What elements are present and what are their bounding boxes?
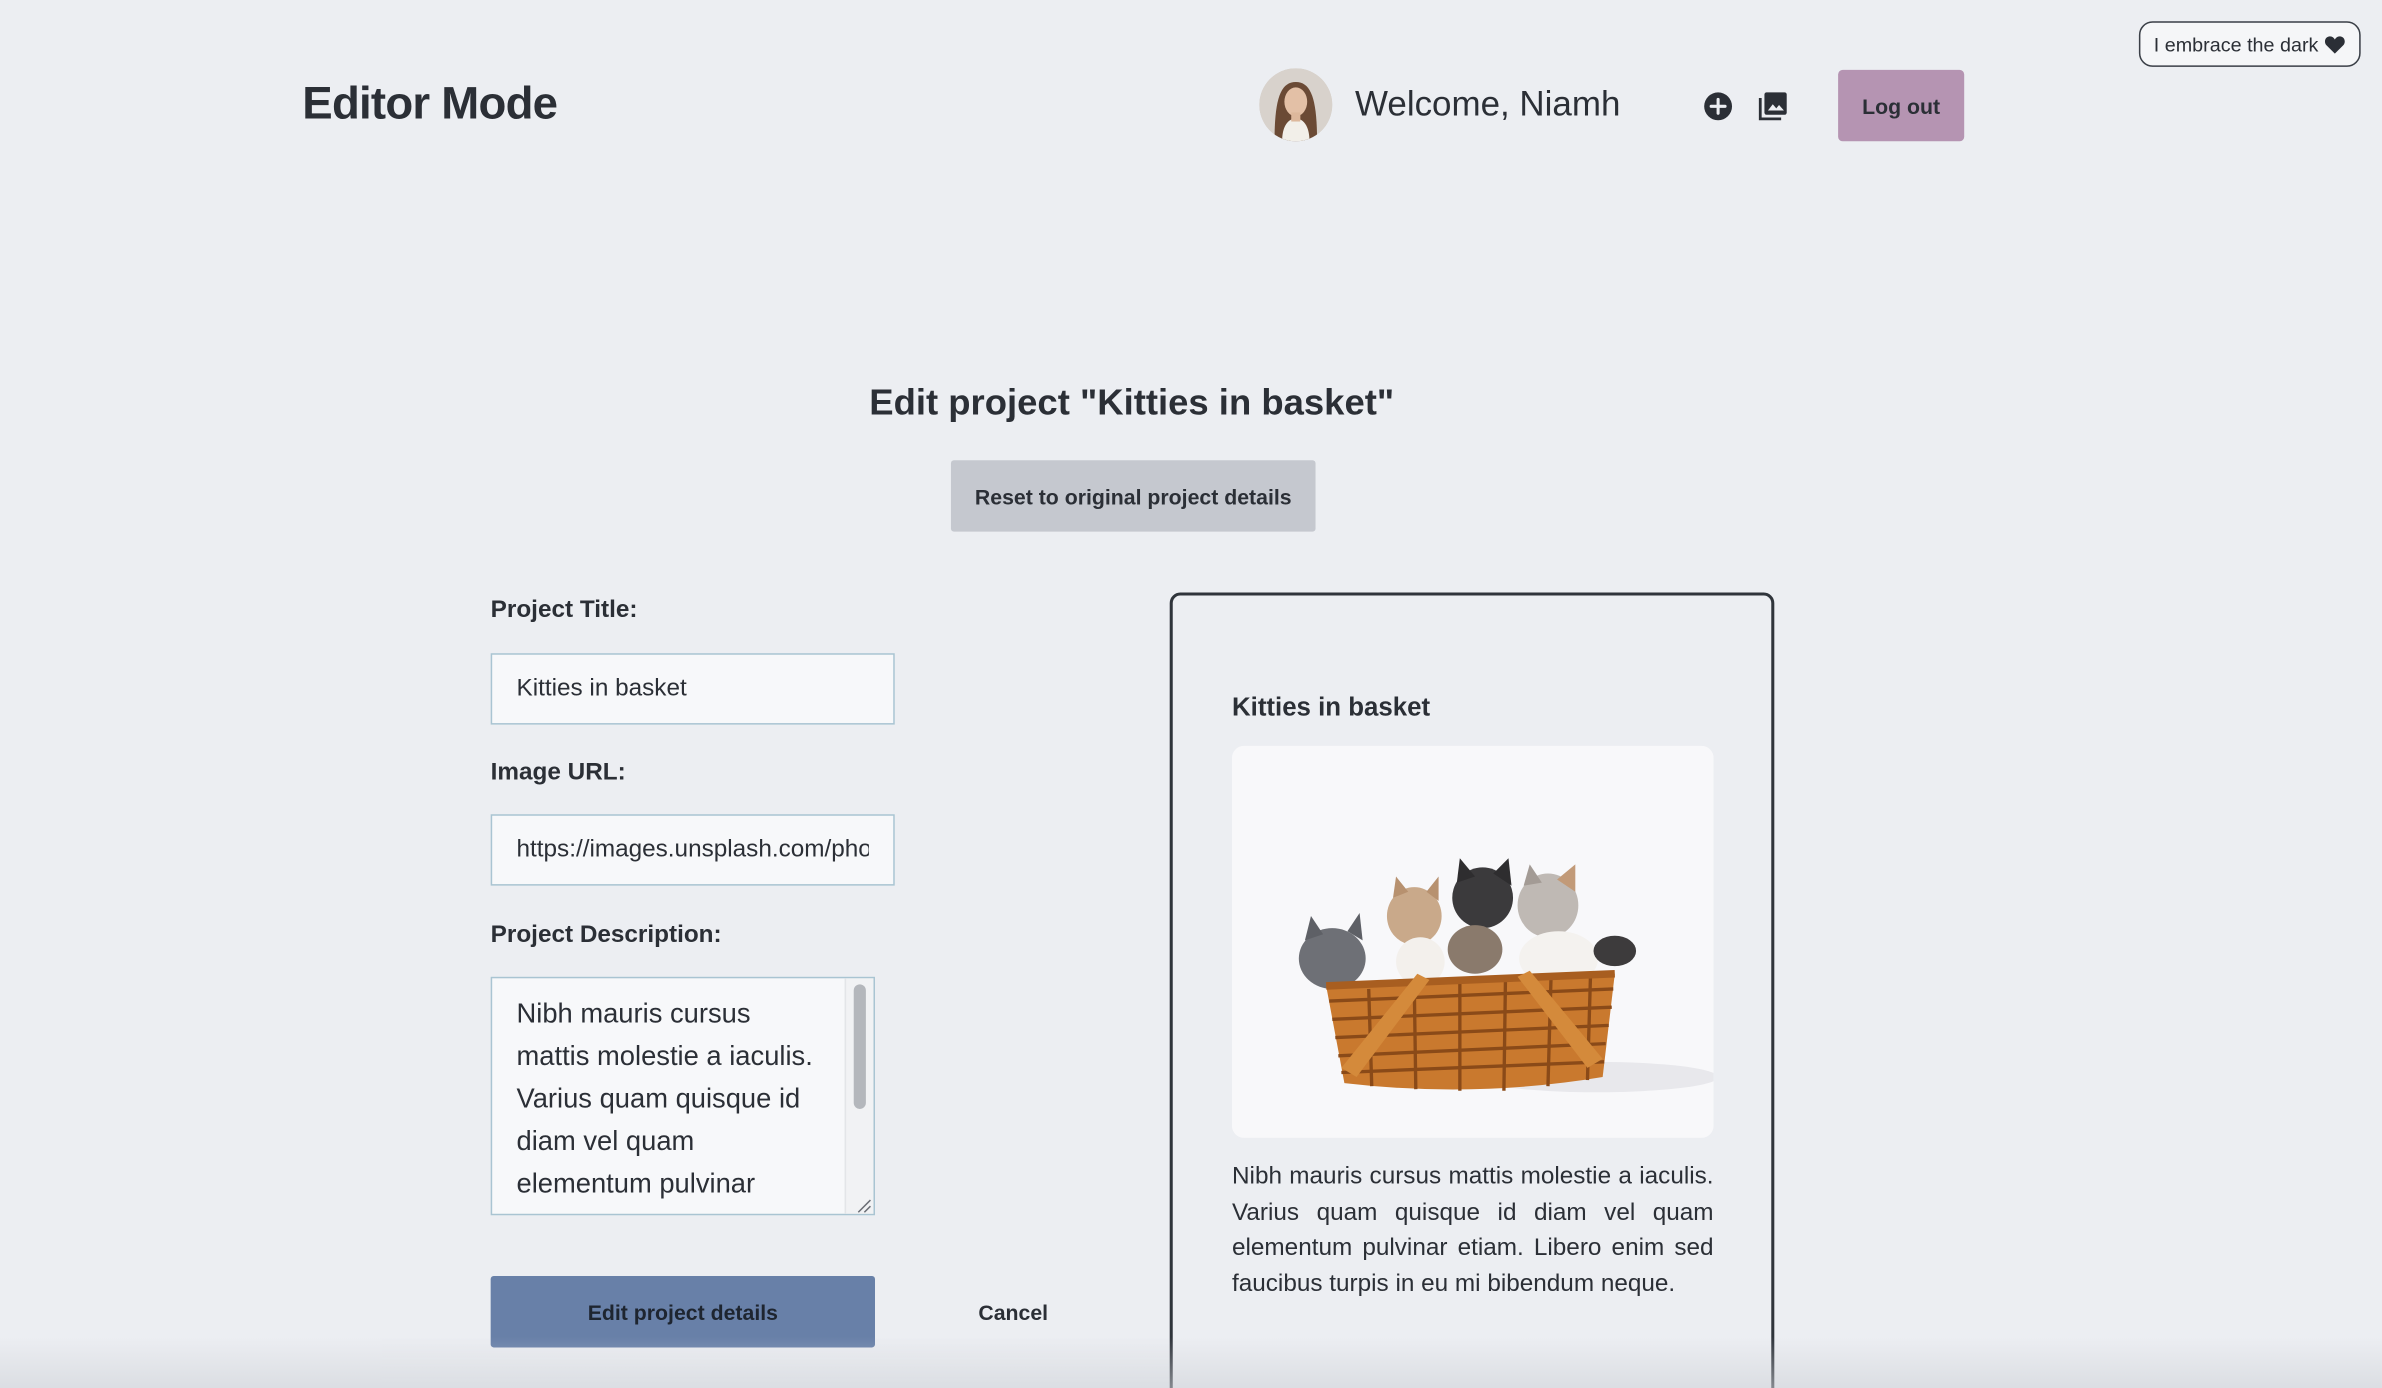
resize-grip-icon[interactable] (854, 1194, 872, 1213)
project-title-input[interactable] (490, 653, 895, 725)
project-description-field[interactable]: Nibh mauris cursus mattis molestie a iac… (490, 976, 876, 1216)
project-description-textarea[interactable]: Nibh mauris cursus mattis molestie a iac… (492, 978, 845, 1214)
description-scrollbar[interactable] (844, 978, 874, 1214)
logout-button[interactable]: Log out (1838, 69, 1965, 142)
project-description-label: Project Description: (490, 922, 722, 948)
preview-description: Nibh mauris cursus mattis molestie a iac… (1231, 1163, 1714, 1298)
edit-project-button[interactable]: Edit project details (490, 1276, 876, 1348)
image-url-input[interactable] (490, 814, 895, 886)
theme-toggle-label: I embrace the dark (2153, 32, 2319, 56)
add-circle-icon[interactable] (1700, 88, 1736, 124)
reset-button[interactable]: Reset to original project details (950, 460, 1316, 532)
kittens-in-basket-image (1231, 745, 1714, 1138)
page-title: Edit project "Kitties in basket" (869, 382, 1395, 424)
preview-title: Kitties in basket (1231, 692, 1431, 722)
theme-toggle-button[interactable]: I embrace the dark (2138, 21, 2361, 67)
welcome-message: Welcome, Niamh (1355, 83, 1621, 124)
scrollbar-thumb[interactable] (853, 984, 866, 1109)
avatar (1259, 68, 1333, 142)
app-title: Editor Mode (302, 78, 558, 130)
image-url-label: Image URL: (490, 759, 626, 786)
black-heart-icon (2325, 34, 2346, 54)
cancel-button[interactable]: Cancel (948, 1291, 1079, 1334)
project-title-label: Project Title: (490, 597, 638, 623)
project-preview-card: Kitties in basket Nibh mauris cursus mat… (1169, 592, 1775, 1388)
photo-library-icon[interactable] (1755, 88, 1791, 124)
